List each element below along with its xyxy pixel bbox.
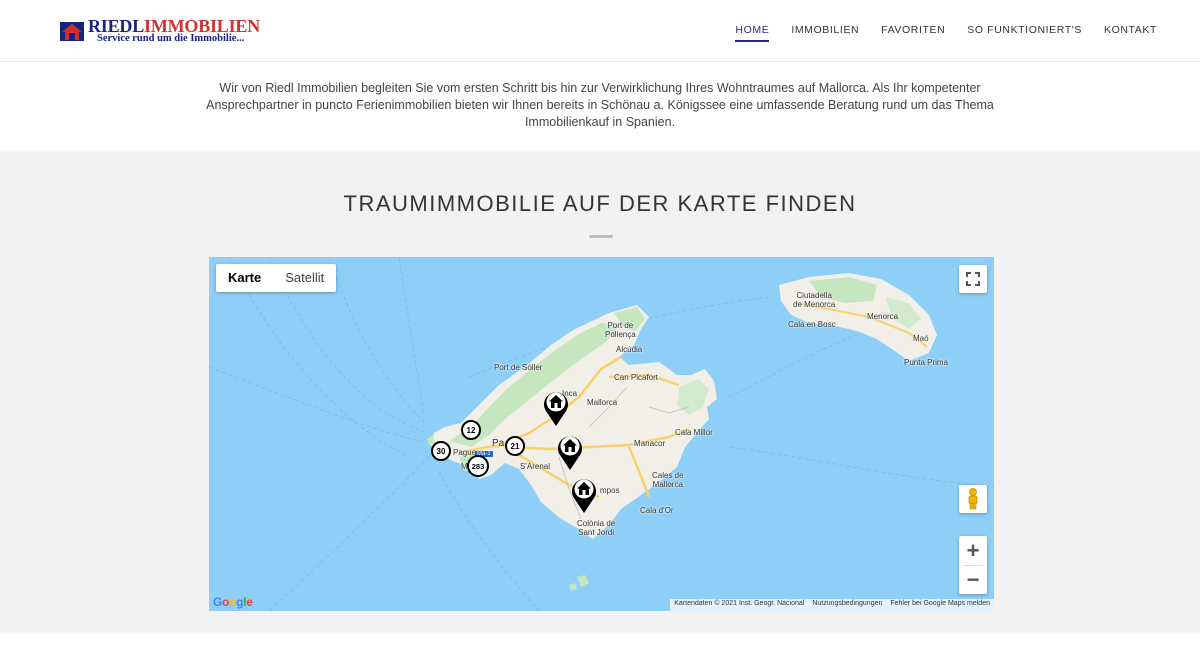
label-ciutadella: Ciutadella de Menorca bbox=[793, 291, 836, 309]
label-alcudia: Alcúdia bbox=[616, 345, 643, 354]
label-mallorca: Mallorca bbox=[587, 398, 618, 407]
zoom-out-button[interactable]: − bbox=[959, 565, 987, 594]
nav-home[interactable]: HOME bbox=[735, 24, 770, 42]
label-cala-en-bosc: Cala en Bosc bbox=[788, 320, 836, 329]
map-type-control: Karte Satellit bbox=[216, 264, 337, 292]
zoom-in-button[interactable]: + bbox=[959, 536, 987, 565]
property-pin-icon[interactable] bbox=[542, 389, 570, 427]
google-logo-char: G bbox=[213, 595, 223, 609]
google-logo[interactable]: Google bbox=[213, 595, 253, 609]
label-cales-de-mallorca: Cales de Mallorca bbox=[652, 471, 684, 489]
marker-cluster[interactable]: 12 bbox=[461, 420, 481, 440]
label-port-de-soller: Port de Sóller bbox=[494, 363, 543, 372]
label-palma: Pa bbox=[492, 438, 505, 449]
label-cala-millor: Cala Millor bbox=[675, 428, 713, 437]
label-can-picafort: Can Picafort bbox=[614, 373, 659, 382]
property-pin-icon[interactable] bbox=[556, 433, 584, 471]
fullscreen-icon bbox=[966, 272, 980, 286]
label-s-arenal: S'Arenal bbox=[520, 462, 550, 471]
fullscreen-button[interactable] bbox=[959, 265, 987, 293]
zoom-separator bbox=[963, 565, 983, 566]
house-logo-icon bbox=[60, 22, 84, 41]
label-menorca: Menorca bbox=[867, 312, 899, 321]
label-port-de-pollenca: Port de Pollença bbox=[605, 321, 636, 339]
zoom-control: + − bbox=[959, 536, 987, 594]
label-cala-dor: Cala d'Or bbox=[640, 506, 674, 515]
property-pin-icon[interactable] bbox=[570, 476, 598, 514]
google-map[interactable]: Karte Satellit + − Port de Pollença Alcú… bbox=[209, 257, 994, 611]
section-title: TRAUMIMMOBILIE AUF DER KARTE FINDEN bbox=[343, 191, 857, 216]
map-attribution: Kartendaten © 2021 Inst. Geogr. Nacional… bbox=[670, 599, 994, 611]
google-logo-char: e bbox=[246, 595, 253, 609]
label-campos: mpos bbox=[600, 486, 620, 495]
brand-tagline: Service rund um die Immobilie... bbox=[97, 33, 245, 44]
nav-kontakt[interactable]: KONTAKT bbox=[1104, 24, 1157, 42]
label-mao: Maó bbox=[913, 334, 929, 343]
map-base bbox=[209, 257, 994, 611]
map-data-credit: Kartendaten © 2021 Inst. Geogr. Nacional bbox=[674, 600, 805, 607]
pegman-icon bbox=[968, 488, 978, 510]
street-view-button[interactable] bbox=[959, 485, 987, 513]
title-divider bbox=[589, 235, 613, 238]
map-type-satellit-button[interactable]: Satellit bbox=[273, 264, 336, 292]
site-header: RIEDLIMMOBILIEN Service rund um die Immo… bbox=[0, 0, 1200, 62]
marker-cluster[interactable]: 21 bbox=[505, 436, 525, 456]
label-punta-prima: Punta Prima bbox=[904, 358, 949, 367]
nav-favoriten[interactable]: FAVORITEN bbox=[881, 24, 945, 42]
map-type-karte-button[interactable]: Karte bbox=[216, 264, 273, 292]
marker-cluster[interactable]: 30 bbox=[431, 441, 451, 461]
marker-cluster[interactable]: 283 bbox=[467, 455, 489, 477]
nav-so-funktionierts[interactable]: SO FUNKTIONIERT'S bbox=[967, 24, 1082, 42]
nav-immobilien[interactable]: IMMOBILIEN bbox=[791, 24, 859, 42]
label-manacor: Manacor bbox=[634, 439, 666, 448]
main-nav: HOME IMMOBILIEN FAVORITEN SO FUNKTIONIER… bbox=[713, 24, 1157, 42]
logo[interactable]: RIEDLIMMOBILIEN Service rund um die Immo… bbox=[58, 16, 260, 48]
terms-link[interactable]: Nutzungsbedingungen bbox=[808, 599, 886, 611]
label-colonia-de-sant-jordi: Colònia de Sant Jordi bbox=[577, 519, 616, 537]
map-section: TRAUMIMMOBILIE AUF DER KARTE FINDEN Kart… bbox=[0, 151, 1200, 633]
intro-text: Wir von Riedl Immobilien begleiten Sie v… bbox=[206, 81, 994, 129]
report-error-link[interactable]: Fehler bei Google Maps melden bbox=[886, 599, 994, 611]
